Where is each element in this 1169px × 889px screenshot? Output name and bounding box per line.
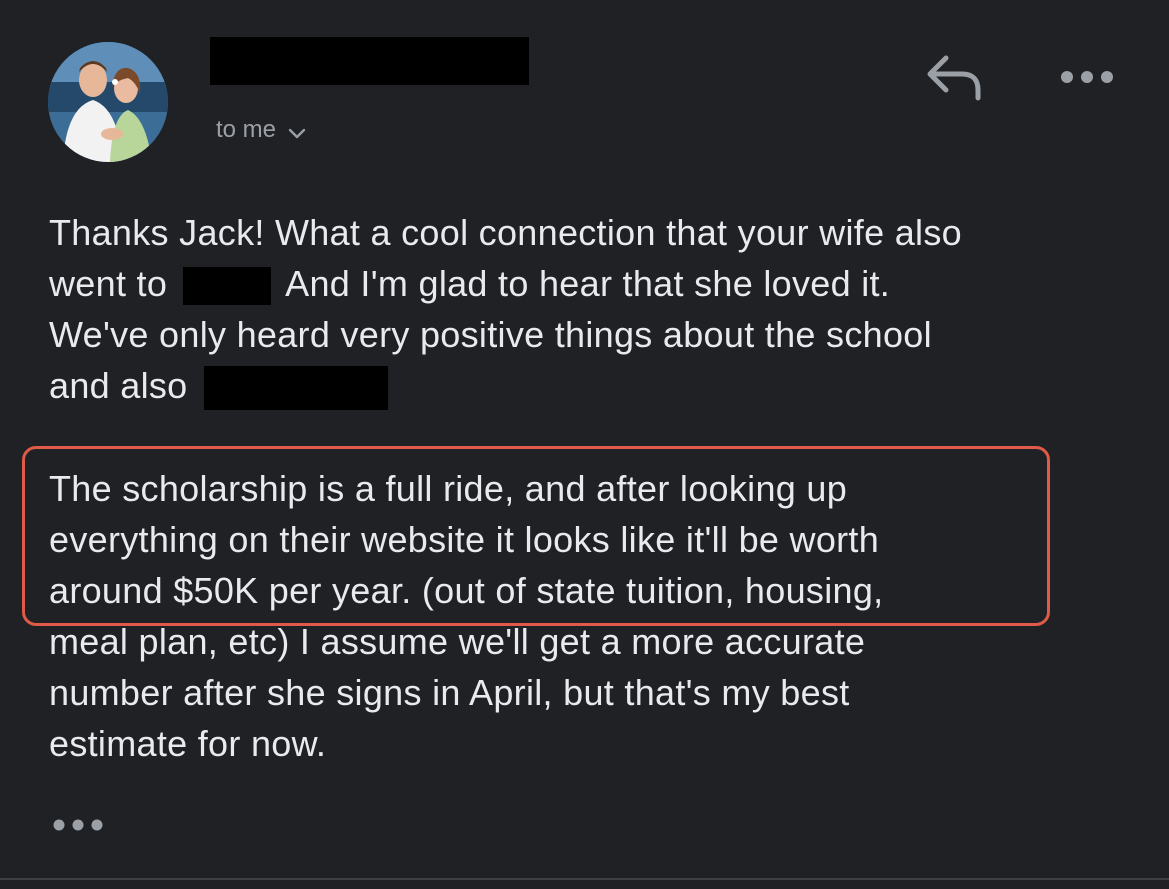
reply-icon[interactable] xyxy=(922,52,986,104)
redacted-block xyxy=(183,267,272,306)
body-line: The scholarship is a full ride, and afte… xyxy=(49,468,848,509)
more-options-icon[interactable] xyxy=(1058,64,1116,90)
body-line: went to xyxy=(49,263,168,304)
divider xyxy=(0,878,1169,880)
sender-avatar[interactable] xyxy=(48,42,168,162)
body-line: everything on their website it looks lik… xyxy=(49,519,880,560)
body-line: meal plan, etc) I assume we'll get a mor… xyxy=(49,621,866,662)
message-body: Thanks Jack! What a cool connection that… xyxy=(49,207,1129,764)
body-line: We've only heard very positive things ab… xyxy=(49,314,932,355)
recipient-toggle[interactable]: to me xyxy=(216,116,308,144)
chevron-down-icon xyxy=(286,122,308,144)
redacted-block xyxy=(203,366,388,411)
avatar-photo xyxy=(48,42,168,162)
body-line: estimate for now. xyxy=(49,723,327,764)
body-line: Thanks Jack! What a cool connection that… xyxy=(49,212,962,253)
sender-name-redacted xyxy=(210,37,529,85)
body-line: around $50K per year. (out of state tuit… xyxy=(49,570,884,611)
paragraph-2: The scholarship is a full ride, and afte… xyxy=(49,463,883,769)
body-line: and also xyxy=(49,365,188,406)
body-line: number after she signs in April, but tha… xyxy=(49,672,850,713)
recipient-label: to me xyxy=(216,116,277,143)
paragraph-1: Thanks Jack! What a cool connection that… xyxy=(49,207,1129,411)
body-line: And I'm glad to hear that she loved it. xyxy=(285,263,891,304)
show-trimmed-content-icon[interactable] xyxy=(52,814,104,836)
